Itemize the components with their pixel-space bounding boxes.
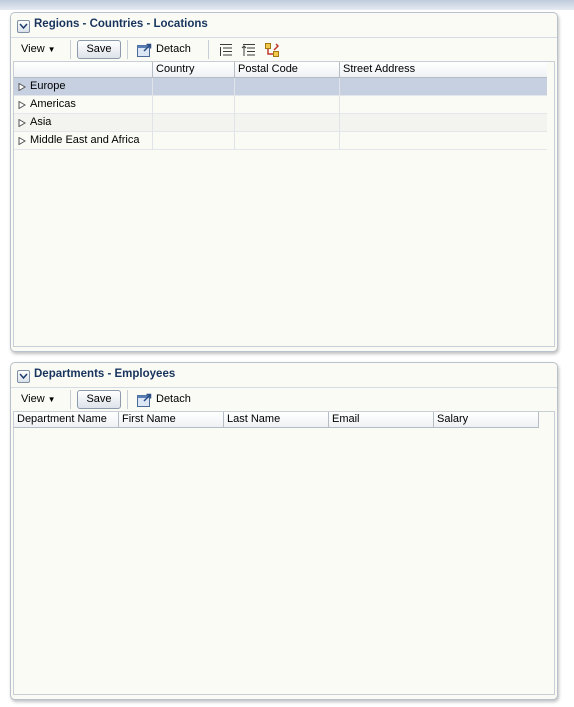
regions-panel-header: Regions - Countries - Locations — [11, 13, 557, 38]
departments-panel-header: Departments - Employees — [11, 363, 557, 388]
departments-panel: Departments - Employees View ▼ Save Detac… — [10, 362, 558, 700]
tree-row-asia[interactable]: Asia — [14, 114, 547, 132]
column-header-postal-code[interactable]: Postal Code — [235, 62, 340, 77]
toolbar-separator — [70, 390, 71, 409]
tree-cell: Asia — [14, 114, 153, 131]
panel-title: Regions - Countries - Locations — [34, 18, 208, 30]
postal-code-cell — [235, 96, 340, 113]
tree-row-label: Middle East and Africa — [30, 134, 140, 146]
detach-label: Detach — [156, 393, 191, 405]
column-header-street-address[interactable]: Street Address — [340, 62, 547, 77]
tree-row-label: Asia — [30, 116, 52, 128]
panel-title: Departments - Employees — [34, 368, 176, 380]
tree-row-label: Americas — [30, 98, 76, 110]
tree-cell: Europe — [14, 78, 153, 95]
view-menu[interactable]: View ▼ — [17, 41, 60, 58]
table-header: Department Name First Name Last Name Ema… — [14, 412, 539, 428]
regions-tree-table: Country Postal Code Street Address Europ… — [13, 61, 555, 347]
column-header-department-name[interactable]: Department Name — [14, 412, 119, 427]
tree-cell: Americas — [14, 96, 153, 113]
country-cell — [153, 78, 235, 95]
hierarchy-icon[interactable] — [264, 42, 280, 58]
detach-icon — [137, 393, 152, 407]
toolbar-separator — [127, 390, 128, 409]
save-button[interactable]: Save — [77, 40, 121, 59]
tree-cell: Middle East and Africa — [14, 132, 153, 149]
employees-table: Department Name First Name Last Name Ema… — [13, 411, 555, 695]
tree-row-label: Europe — [30, 80, 66, 92]
tree-row-americas[interactable]: Americas — [14, 96, 547, 114]
view-menu-label: View — [21, 43, 45, 55]
expand-all-icon[interactable] — [218, 42, 234, 58]
collapse-all-icon[interactable] — [241, 42, 257, 58]
column-header-email[interactable]: Email — [329, 412, 434, 427]
country-cell — [153, 132, 235, 149]
country-cell — [153, 114, 235, 131]
column-header-salary[interactable]: Salary — [434, 412, 539, 427]
departments-toolbar: View ▼ Save Detach — [11, 388, 557, 411]
toolbar-separator — [70, 40, 71, 59]
table-header: Country Postal Code Street Address — [14, 62, 547, 78]
regions-panel: Regions - Countries - Locations View ▼ Sa… — [10, 12, 558, 352]
expand-triangle-icon[interactable] — [18, 119, 26, 127]
detach-label: Detach — [156, 43, 191, 55]
chevron-down-icon: ▼ — [47, 45, 56, 54]
top-strip — [0, 0, 574, 10]
tree-row-europe[interactable]: Europe — [14, 78, 547, 96]
toolbar-separator — [127, 40, 128, 59]
view-menu-label: View — [21, 393, 45, 405]
column-header-first-name[interactable]: First Name — [119, 412, 224, 427]
regions-toolbar: View ▼ Save Detach — [11, 38, 557, 61]
toolbar-separator — [208, 40, 209, 59]
expand-triangle-icon[interactable] — [18, 101, 26, 109]
save-button[interactable]: Save — [77, 390, 121, 409]
postal-code-cell — [235, 78, 340, 95]
expand-triangle-icon[interactable] — [18, 137, 26, 145]
column-header-tree[interactable] — [14, 62, 153, 77]
tree-row-middle-east-africa[interactable]: Middle East and Africa — [14, 132, 547, 150]
postal-code-cell — [235, 132, 340, 149]
view-menu[interactable]: View ▼ — [17, 391, 60, 408]
postal-code-cell — [235, 114, 340, 131]
column-header-last-name[interactable]: Last Name — [224, 412, 329, 427]
collapse-toggle-icon[interactable] — [17, 20, 30, 33]
column-header-country[interactable]: Country — [153, 62, 235, 77]
country-cell — [153, 96, 235, 113]
collapse-toggle-icon[interactable] — [17, 370, 30, 383]
chevron-down-icon: ▼ — [47, 395, 56, 404]
expand-triangle-icon[interactable] — [18, 83, 26, 91]
detach-icon — [137, 43, 152, 57]
